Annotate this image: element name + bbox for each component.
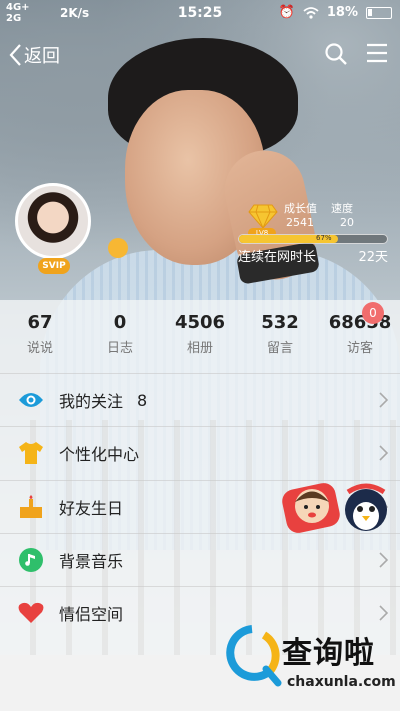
menu-label: 情侣空间 bbox=[59, 605, 124, 625]
heart-icon bbox=[18, 603, 44, 624]
battery-icon bbox=[366, 6, 392, 19]
stat-blog[interactable]: 0 日志 bbox=[80, 312, 160, 356]
menu-label: 我的关注 bbox=[59, 392, 124, 412]
growth-value: 2541 bbox=[286, 216, 314, 229]
stat-visitors[interactable]: 68658 访客 bbox=[320, 312, 400, 356]
visitor-badge: 0 bbox=[362, 302, 384, 324]
stat-album[interactable]: 4506 相册 bbox=[160, 312, 240, 356]
magnifier-logo-icon bbox=[226, 625, 282, 687]
tshirt-icon bbox=[19, 442, 43, 465]
back-label: 返回 bbox=[24, 46, 60, 67]
menu-label: 背景音乐 bbox=[59, 552, 124, 572]
stat-messages[interactable]: 532 留言 bbox=[240, 312, 320, 356]
avatar[interactable] bbox=[15, 183, 91, 259]
online-duration-label: 连续在网时长 bbox=[238, 250, 317, 265]
following-count: 8 bbox=[137, 390, 148, 410]
menu-label: 个性化中心 bbox=[59, 445, 140, 465]
watermark-text: 查询啦 bbox=[282, 636, 375, 671]
diamond-icon bbox=[248, 204, 278, 229]
menu-item-bg-music[interactable]: 背景音乐 bbox=[0, 532, 400, 586]
menu-item-following[interactable]: 我的关注 8 bbox=[0, 373, 400, 426]
status-bar: 4G+ 2G 2K/s 15:25 ⏰ 18% bbox=[0, 0, 400, 28]
watermark: 查询啦 chaxunla.com bbox=[224, 625, 396, 705]
speed-value: 20 bbox=[340, 216, 354, 229]
chevron-right-icon bbox=[379, 392, 388, 408]
speed-label: 速度 bbox=[331, 202, 353, 215]
menu-icon[interactable] bbox=[366, 42, 388, 64]
cake-icon bbox=[20, 494, 42, 518]
search-icon[interactable] bbox=[324, 42, 348, 66]
chevron-right-icon bbox=[379, 605, 388, 621]
emoji-icon[interactable] bbox=[108, 238, 128, 258]
chevron-right-icon bbox=[379, 552, 388, 568]
stats-row: 67 说说 0 日志 4506 相册 532 留言 68658 访客 bbox=[0, 312, 400, 356]
growth-label: 成长值 bbox=[284, 202, 317, 215]
eye-icon bbox=[19, 393, 43, 408]
back-button[interactable]: 返回 bbox=[8, 42, 60, 68]
menu-item-personalization[interactable]: 个性化中心 bbox=[0, 426, 400, 479]
watermark-url: chaxunla.com bbox=[287, 674, 396, 690]
chevron-left-icon bbox=[9, 44, 21, 66]
music-icon bbox=[19, 548, 43, 573]
growth-progress-text: 67% bbox=[316, 234, 332, 242]
battery-percent: 18% bbox=[326, 5, 358, 20]
alarm-icon: ⏰ bbox=[278, 5, 295, 20]
wifi-icon bbox=[303, 6, 319, 19]
birthday-sticker-icon[interactable] bbox=[282, 476, 390, 536]
growth-progress-bar bbox=[238, 234, 388, 244]
stat-shuoshuo[interactable]: 67 说说 bbox=[0, 312, 80, 356]
vip-badge: SVIP bbox=[38, 258, 70, 274]
online-duration-value: 22天 bbox=[358, 250, 388, 265]
menu-label: 好友生日 bbox=[59, 498, 124, 518]
chevron-right-icon bbox=[379, 445, 388, 461]
